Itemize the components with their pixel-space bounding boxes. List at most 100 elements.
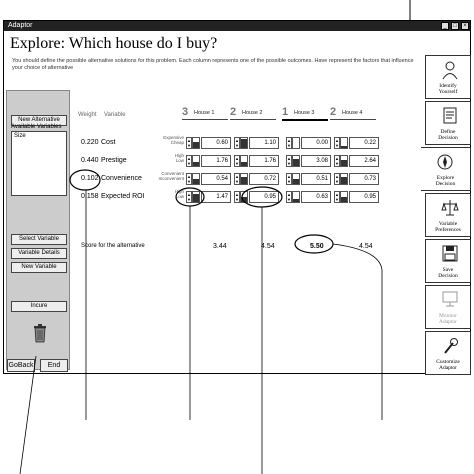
nav-tab-label: Define Decision — [438, 129, 458, 141]
value-cell[interactable]: ▲ ▼ 1.10 — [234, 137, 279, 149]
value-level-bar[interactable] — [292, 191, 300, 203]
incure-button[interactable]: Incure — [11, 301, 67, 312]
value-level-fill — [193, 142, 199, 148]
value-field[interactable]: 0.54 — [201, 173, 231, 185]
value-level-bar[interactable] — [192, 191, 200, 203]
go-back-button[interactable]: GoBack — [7, 359, 35, 372]
value-cell[interactable]: ▲ ▼ 0.63 — [286, 191, 331, 203]
value-cell[interactable]: ▲ ▼ 0.60 — [186, 137, 231, 149]
trash-can-icon[interactable] — [33, 323, 47, 343]
value-cell[interactable]: ▲ ▼ 1.76 — [234, 155, 279, 167]
nav-tab-label: Identify Yourself — [438, 83, 458, 95]
alternative-rank: 2 — [230, 106, 237, 118]
value-level-fill — [341, 160, 347, 166]
wrench-icon — [444, 338, 458, 354]
value-field[interactable]: 0.95 — [249, 191, 279, 203]
value-level-bar[interactable] — [240, 191, 248, 203]
value-cell[interactable]: ▲ ▼ 0.54 — [186, 173, 231, 185]
variable-details-button[interactable]: Variable Details — [11, 248, 67, 259]
score-label: Score for the alternative — [81, 243, 145, 249]
value-cell[interactable]: ▲ ▼ 0.72 — [234, 173, 279, 185]
nav-tab-customize[interactable]: Customize Adaptor — [425, 331, 471, 375]
value-field[interactable]: 0.73 — [349, 173, 379, 185]
alternative-name[interactable]: House 3 — [294, 110, 315, 116]
value-cell[interactable]: ▲ ▼ 1.76 — [186, 155, 231, 167]
nav-tab-define[interactable]: Define Decision — [425, 101, 471, 145]
value-level-bar[interactable] — [240, 137, 248, 149]
row-weight[interactable]: 0.440 — [81, 157, 99, 164]
value-field[interactable]: 1.76 — [201, 155, 231, 167]
row-weight[interactable]: 0.158 — [81, 193, 99, 200]
app-window: Adaptor _ □ × Explore: Which house do I … — [3, 20, 471, 375]
value-field[interactable]: 0.63 — [301, 191, 331, 203]
row-weight[interactable]: 0.102 — [81, 175, 99, 182]
value-cell[interactable]: ▲ ▼ 0.95 — [334, 191, 379, 203]
value-cell[interactable]: ▲ ▼ 0.73 — [334, 173, 379, 185]
value-level-bar[interactable] — [240, 173, 248, 185]
alternative-name[interactable]: House 1 — [194, 110, 215, 116]
alternative-rank: 1 — [282, 106, 289, 118]
value-level-fill — [241, 177, 247, 184]
scale-icon — [441, 200, 459, 216]
value-level-bar[interactable] — [340, 191, 348, 203]
value-field[interactable]: 0.72 — [249, 173, 279, 185]
left-panel: New Alternative Available Variables Size… — [6, 90, 70, 370]
explore-icon — [437, 154, 453, 170]
row-scale-labels: Expensive Cheap — [163, 135, 184, 145]
value-field[interactable]: 1.10 — [249, 137, 279, 149]
value-level-bar[interactable] — [192, 173, 200, 185]
value-cell[interactable]: ▲ ▼ 2.64 — [334, 155, 379, 167]
value-field[interactable]: 0.22 — [349, 137, 379, 149]
minimize-button[interactable]: _ — [441, 22, 449, 30]
nav-tab-explore[interactable]: Explore Decision — [421, 147, 471, 191]
value-field[interactable]: 0.00 — [301, 137, 331, 149]
select-variable-button[interactable]: Select Variable — [11, 234, 67, 245]
value-level-bar[interactable] — [192, 137, 200, 149]
alternative-score-best: 5.50 — [310, 243, 324, 250]
value-level-bar[interactable] — [340, 173, 348, 185]
new-variable-button[interactable]: New Variable — [11, 262, 67, 273]
value-field[interactable]: 0.60 — [201, 137, 231, 149]
value-level-bar[interactable] — [292, 155, 300, 167]
value-level-fill — [193, 179, 199, 184]
end-button[interactable]: End — [40, 359, 68, 372]
available-variables-list[interactable]: Size — [11, 131, 67, 196]
nav-tab-preferences[interactable]: Variable Preferences — [425, 193, 471, 237]
value-field[interactable]: 1.76 — [249, 155, 279, 167]
value-cell[interactable]: ▲ ▼ 1.47 — [186, 191, 231, 203]
weight-header: Weight — [78, 112, 97, 118]
value-cell[interactable]: ▲ ▼ 0.00 — [286, 137, 331, 149]
value-level-bar[interactable] — [340, 137, 348, 149]
close-button[interactable]: × — [461, 22, 469, 30]
value-field[interactable]: 0.95 — [349, 191, 379, 203]
value-level-bar[interactable] — [292, 137, 300, 149]
list-item[interactable]: Size — [14, 133, 64, 139]
value-cell[interactable]: ▲ ▼ 0.51 — [286, 173, 331, 185]
nav-tab-identify[interactable]: Identify Yourself — [425, 55, 471, 99]
value-level-bar[interactable] — [292, 173, 300, 185]
value-level-bar[interactable] — [340, 155, 348, 167]
intro-text: You should define the possible alternati… — [12, 58, 414, 71]
alternative-name[interactable]: House 4 — [342, 110, 363, 116]
nav-tab-save[interactable]: Save Decision — [425, 239, 471, 283]
value-field[interactable]: 0.51 — [301, 173, 331, 185]
title-bar: Adaptor _ □ × — [4, 21, 470, 31]
value-cell[interactable]: ▲ ▼ 0.95 — [234, 191, 279, 203]
alternative-score: 4.54 — [261, 243, 275, 250]
value-field[interactable]: 2.64 — [349, 155, 379, 167]
identify-icon — [442, 61, 458, 80]
alternative-rank: 2 — [330, 106, 337, 118]
value-field[interactable]: 3.08 — [301, 155, 331, 167]
maximize-button[interactable]: □ — [451, 22, 459, 30]
alternative-name[interactable]: House 2 — [242, 110, 263, 116]
row-weight[interactable]: 0.220 — [81, 139, 99, 146]
alternative-underline — [230, 119, 276, 120]
value-level-bar[interactable] — [240, 155, 248, 167]
value-cell[interactable]: ▲ ▼ 3.08 — [286, 155, 331, 167]
value-field[interactable]: 1.47 — [201, 191, 231, 203]
alternative-score: 3.44 — [213, 243, 227, 250]
value-level-bar[interactable] — [192, 155, 200, 167]
alternative-underline — [182, 119, 228, 120]
value-level-fill — [193, 162, 199, 166]
value-cell[interactable]: ▲ ▼ 0.22 — [334, 137, 379, 149]
